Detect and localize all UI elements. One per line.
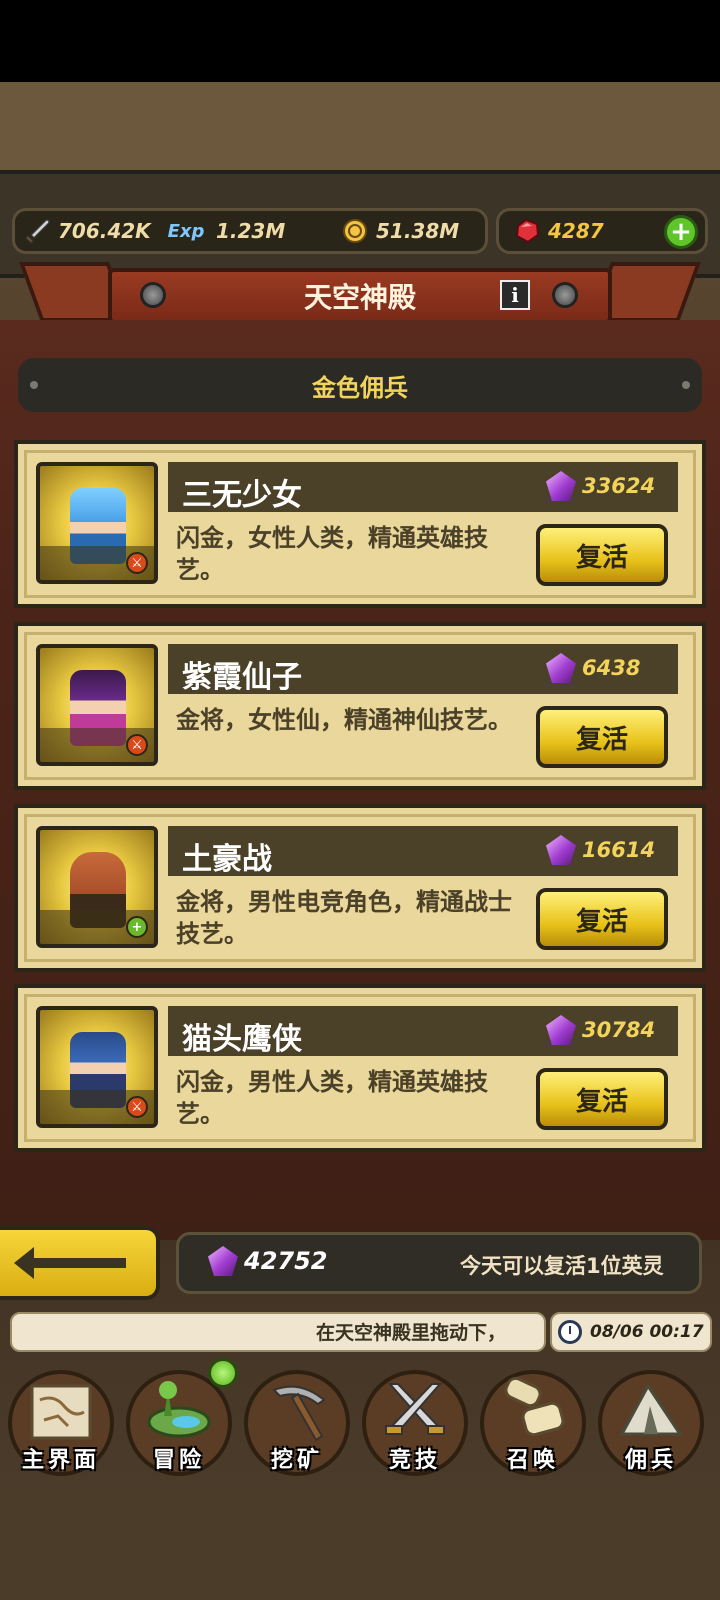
bolt-icon	[140, 282, 166, 308]
island-icon	[147, 1381, 211, 1438]
hero-description: 金将，女性仙，精通神仙技艺。	[176, 706, 512, 734]
gem-total-value: 42752	[244, 1247, 328, 1275]
pickaxe-icon	[272, 1385, 326, 1442]
gold-resource: 51.38M	[340, 208, 459, 254]
hero-name: 三无少女	[182, 478, 302, 513]
plus-icon: +	[670, 217, 692, 247]
purple-gem-icon	[208, 1246, 238, 1276]
nav-label: 主界面	[21, 1448, 100, 1473]
gem-total: 42752	[208, 1246, 328, 1276]
sword-badge-icon: ⚔	[126, 734, 148, 756]
back-button[interactable]	[0, 1226, 160, 1300]
hero-name: 土豪战	[182, 842, 272, 877]
bottom-nav: 主界面 冒险 挖矿 竞技 召唤 佣兵	[0, 1356, 720, 1486]
clock-icon	[558, 1320, 582, 1344]
ticker-message: 在天空神殿里拖动下，	[316, 1322, 507, 1344]
nav-mercenary[interactable]: 佣兵	[592, 1356, 710, 1482]
status-bar	[0, 0, 720, 82]
hero-cost-value: 30784	[582, 1018, 656, 1042]
nav-label: 召唤	[506, 1448, 559, 1473]
notification-dot-icon	[208, 1358, 238, 1388]
nav-label: 竞技	[388, 1448, 441, 1473]
gem-value: 4287	[548, 219, 604, 243]
hero-description: 闪金，女性人类，精通英雄技艺。	[176, 524, 488, 584]
exp-value: 1.23M	[216, 219, 286, 243]
nav-mining[interactable]: 挖矿	[238, 1356, 356, 1482]
bolt-icon	[552, 282, 578, 308]
nav-main[interactable]: 主界面	[2, 1356, 120, 1482]
revive-button[interactable]: 复活	[536, 706, 668, 768]
exp-icon: Exp	[167, 220, 205, 242]
hero-name: 紫霞仙子	[182, 660, 302, 695]
gem-resource: 4287	[512, 208, 604, 254]
clock-time: 08/06 00:17	[590, 1322, 704, 1342]
coin-icon	[340, 216, 370, 246]
hero-cost-value: 16614	[582, 838, 656, 862]
gold-value: 51.38M	[376, 219, 460, 243]
page-title: 天空神殿	[108, 268, 612, 324]
info-icon: i	[511, 283, 519, 307]
nav-label: 冒险	[152, 1448, 205, 1473]
clock: 08/06 00:17	[550, 1312, 712, 1352]
hero-card: ⚔ 三无少女 33624 闪金，女性人类，精通英雄技艺。 复活	[14, 440, 706, 608]
sword-icon	[22, 216, 52, 246]
hero-portrait[interactable]: ⚔	[36, 462, 158, 584]
dot-icon	[682, 381, 690, 389]
purple-gem-icon	[546, 471, 576, 501]
hero-cost: 16614	[546, 835, 655, 865]
hero-cost: 6438	[546, 653, 640, 683]
add-gems-button[interactable]: +	[664, 215, 698, 249]
hero-card: + 土豪战 16614 金将，男性电竞角色，精通战士技艺。 复活	[14, 804, 706, 972]
tent-icon	[619, 1383, 683, 1436]
summon-scroll-icon	[504, 1376, 565, 1437]
hero-cost: 30784	[546, 1015, 655, 1045]
purple-gem-icon	[546, 1015, 576, 1045]
section-title: 金色佣兵	[312, 373, 408, 402]
hero-portrait[interactable]: +	[36, 826, 158, 948]
purple-gem-icon	[546, 653, 576, 683]
hero-card: ⚔ 猫头鹰侠 30784 闪金，男性人类，精通英雄技艺。 复活	[14, 984, 706, 1152]
revive-note: 今天可以复活1位英灵	[460, 1254, 664, 1278]
revive-button[interactable]: 复活	[536, 888, 668, 950]
exp-resource: Exp 1.23M	[162, 208, 286, 254]
hero-card: ⚔ 紫霞仙子 6438 金将，女性仙，精通神仙技艺。 复活	[14, 622, 706, 790]
nav-label: 佣兵	[624, 1448, 677, 1473]
nav-summon[interactable]: 召唤	[474, 1356, 592, 1482]
dot-icon	[30, 381, 38, 389]
map-scroll-icon	[30, 1384, 92, 1440]
hero-description: 金将，男性电竞角色，精通战士技艺。	[176, 888, 512, 948]
revive-button[interactable]: 复活	[536, 524, 668, 586]
crossed-swords-icon	[385, 1383, 445, 1435]
hero-portrait[interactable]: ⚔	[36, 644, 158, 766]
page-title-text: 天空神殿	[303, 281, 416, 314]
hero-cost-value: 6438	[582, 656, 641, 680]
purple-gem-icon	[546, 835, 576, 865]
revive-button[interactable]: 复活	[536, 1068, 668, 1130]
hero-name: 猫头鹰侠	[182, 1022, 302, 1057]
plus-badge-icon: +	[126, 916, 148, 938]
hero-description: 闪金，男性人类，精通英雄技艺。	[176, 1068, 488, 1128]
nav-label: 挖矿	[270, 1448, 323, 1473]
attack-resource: 706.42K	[22, 208, 151, 254]
hero-cost: 33624	[546, 471, 655, 501]
back-arrow-icon	[14, 1247, 126, 1279]
bottom-background	[0, 1486, 720, 1600]
hero-portrait[interactable]: ⚔	[36, 1006, 158, 1128]
info-button[interactable]: i	[500, 280, 530, 310]
sword-badge-icon: ⚔	[126, 1096, 148, 1118]
attack-value: 706.42K	[58, 219, 151, 243]
sword-badge-icon: ⚔	[126, 552, 148, 574]
ruby-icon	[512, 216, 542, 246]
nav-arena[interactable]: 竞技	[356, 1356, 474, 1482]
hero-cost-value: 33624	[582, 474, 656, 498]
section-header: 金色佣兵	[18, 358, 702, 412]
